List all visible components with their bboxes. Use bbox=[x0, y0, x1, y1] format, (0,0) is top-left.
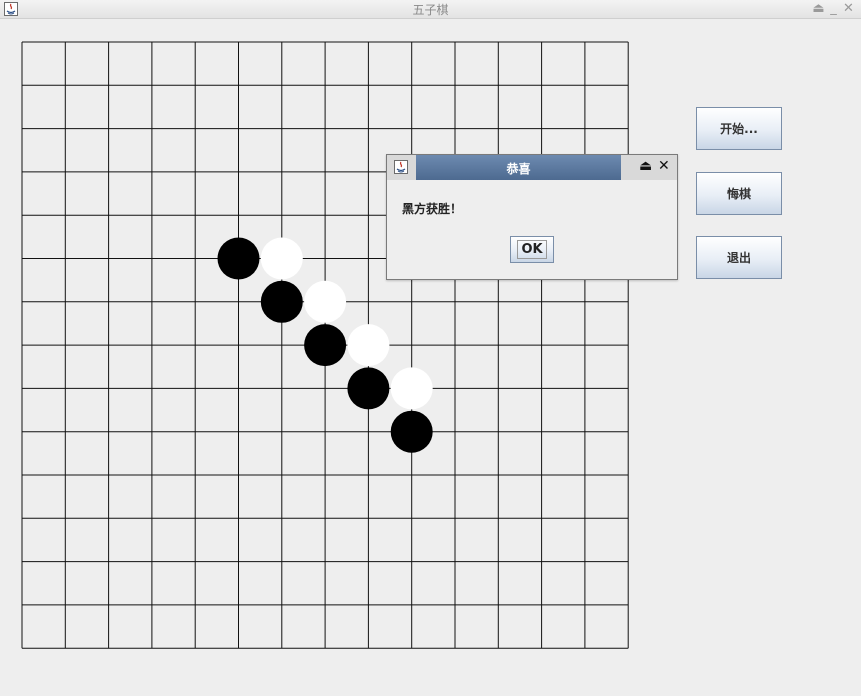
start-button[interactable]: 开始... bbox=[696, 107, 782, 150]
gomoku-board[interactable] bbox=[0, 0, 861, 696]
white-stone bbox=[260, 237, 303, 280]
black-stone bbox=[347, 367, 390, 410]
dialog-eject-icon[interactable]: ⏏ bbox=[639, 158, 652, 174]
white-stone bbox=[304, 280, 347, 323]
black-stone bbox=[260, 280, 303, 323]
black-stone bbox=[390, 410, 433, 453]
dialog-titlebar: 恭喜 ⏏ ✕ bbox=[387, 155, 677, 180]
white-stone bbox=[390, 367, 433, 410]
black-stone bbox=[304, 324, 347, 367]
ok-button-label: OK bbox=[517, 240, 547, 259]
dialog-message: 黑方获胜！ bbox=[402, 202, 463, 216]
dialog-close-icon[interactable]: ✕ bbox=[658, 158, 670, 174]
white-stone bbox=[347, 324, 390, 367]
black-stone bbox=[217, 237, 260, 280]
undo-button[interactable]: 悔棋 bbox=[696, 172, 782, 215]
dialog-title: 恭喜 bbox=[506, 162, 531, 176]
java-dialog-icon bbox=[394, 160, 408, 174]
ok-button[interactable]: OK bbox=[510, 236, 554, 263]
exit-button[interactable]: 退出 bbox=[696, 236, 782, 279]
win-dialog: 恭喜 ⏏ ✕ 黑方获胜！ OK bbox=[386, 154, 678, 280]
